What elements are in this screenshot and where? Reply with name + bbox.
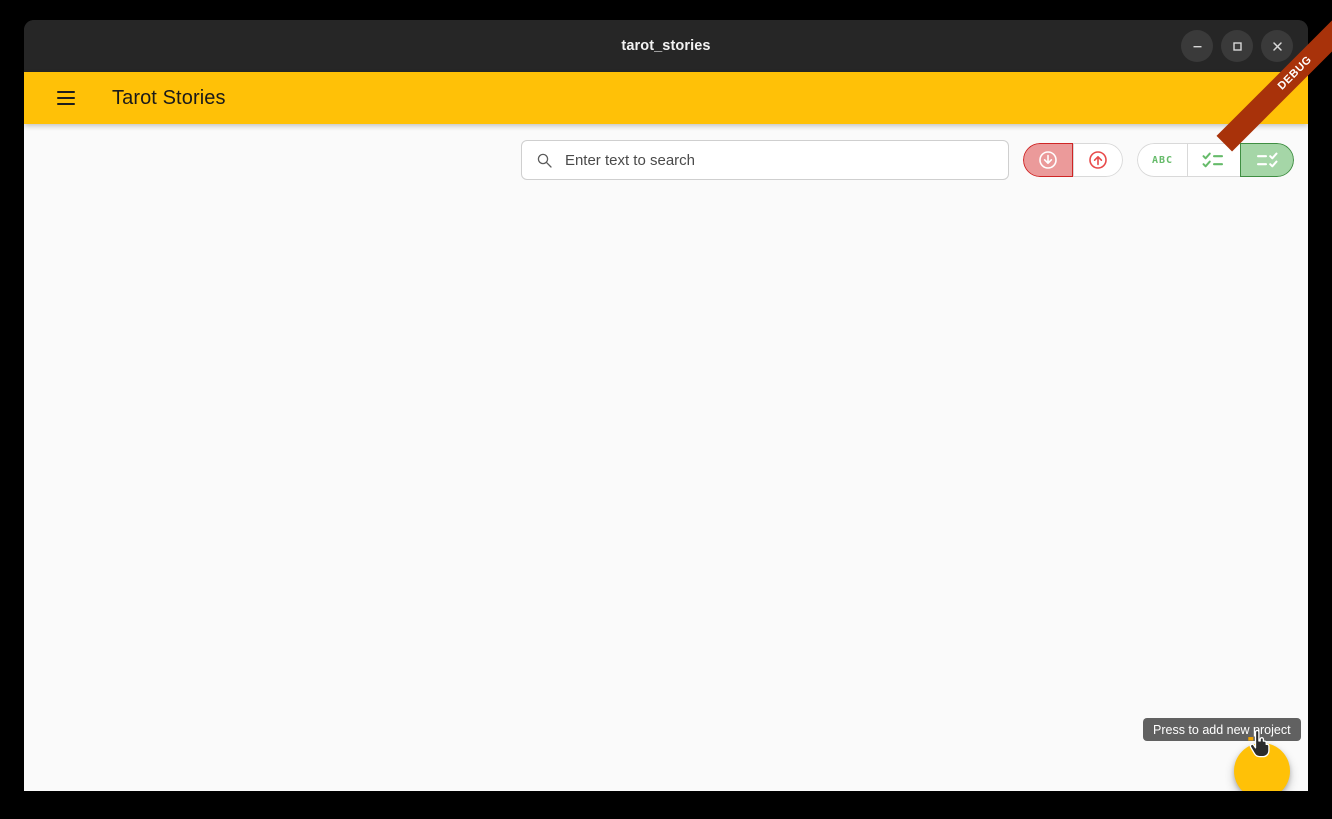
arrow-up-circle-icon [1089, 151, 1107, 169]
fab-tooltip: Press to add new project [1143, 718, 1301, 741]
hamburger-line [57, 97, 75, 99]
hamburger-menu-icon[interactable] [46, 78, 86, 118]
search-icon [537, 153, 552, 168]
content-toolbar: ABC [24, 124, 1308, 196]
application-window: tarot_stories Tarot Stories Enter text t… [24, 20, 1332, 791]
maximize-icon [1232, 41, 1242, 51]
upload-button[interactable] [1072, 143, 1123, 177]
window-titlebar: tarot_stories [24, 20, 1308, 72]
sort-checked-first-button[interactable] [1187, 143, 1240, 177]
hamburger-line [57, 91, 75, 93]
search-input[interactable] [564, 151, 996, 169]
search-box[interactable] [520, 140, 1009, 180]
app-bar: Tarot Stories [24, 72, 1308, 124]
main-content: ABC [24, 124, 1308, 791]
close-icon [1272, 41, 1282, 51]
window-title: tarot_stories [621, 38, 711, 54]
sort-checked-last-button[interactable] [1240, 143, 1294, 177]
sort-alphabetical-button[interactable]: ABC [1136, 143, 1187, 177]
minimize-icon [1193, 45, 1201, 47]
checklist-right-icon [1257, 152, 1278, 168]
checklist-left-icon [1202, 152, 1223, 168]
hamburger-line [57, 103, 75, 105]
add-project-button[interactable] [1234, 743, 1290, 791]
minimize-button[interactable] [1181, 30, 1213, 62]
window-clip: tarot_stories Tarot Stories Enter text t… [24, 20, 1308, 791]
abc-icon: ABC [1151, 154, 1173, 166]
maximize-button[interactable] [1221, 30, 1253, 62]
sort-segmented-group: ABC [1136, 143, 1294, 177]
arrow-down-circle-icon [1039, 151, 1057, 169]
close-button[interactable] [1261, 30, 1293, 62]
window-controls [1181, 20, 1293, 72]
app-title: Tarot Stories [112, 86, 226, 109]
transfer-segmented-group [1022, 143, 1123, 177]
download-button[interactable] [1022, 143, 1073, 177]
